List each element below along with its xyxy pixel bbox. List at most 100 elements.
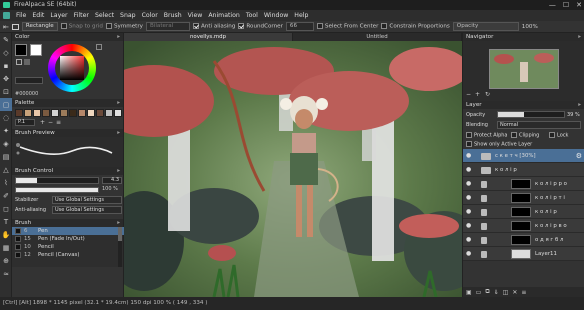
pin-icon[interactable]: ▸ — [117, 33, 120, 41]
brush-list-scrollbar[interactable] — [118, 227, 122, 267]
select-eraser-tool-icon[interactable]: ◻ — [0, 202, 12, 215]
transform-tool-icon[interactable]: ⊡ — [0, 85, 12, 98]
saturation-value-square[interactable] — [60, 56, 84, 80]
anti-aliasing-toggle[interactable]: Anti aliasing — [192, 23, 235, 30]
pin-icon[interactable]: ▸ — [578, 33, 581, 41]
select-pen-tool-icon[interactable]: ✐ — [0, 189, 12, 202]
eye-icon[interactable]: ● — [466, 167, 473, 173]
palette-swatch[interactable] — [96, 109, 104, 117]
constrain-proportions-toggle[interactable]: Constrain Proportions — [381, 23, 450, 30]
app-menu-icon[interactable] — [3, 12, 10, 19]
dot-tool-icon[interactable]: ▪ — [0, 59, 12, 72]
brush-item[interactable]: 6 Pen — [12, 227, 124, 235]
gear-icon[interactable]: ⚙ — [576, 152, 582, 160]
menu-filter[interactable]: Filter — [71, 10, 92, 21]
layer-item[interactable]: ● о д я г б л — [463, 233, 584, 247]
layer-item[interactable]: ● к о л і р — [463, 205, 584, 219]
brush-size-slider[interactable] — [15, 177, 99, 184]
pen-tool-icon[interactable]: ✎ — [0, 33, 12, 46]
palette-menu-icon[interactable]: ≡ — [56, 119, 61, 126]
brush-size-value[interactable]: 4.3 — [102, 177, 122, 184]
menu-brush[interactable]: Brush — [161, 10, 185, 21]
snap-to-grid-toggle[interactable]: Snap to grid — [60, 23, 103, 30]
palette-swatch[interactable] — [69, 109, 77, 117]
bucket-tool-icon[interactable]: ◈ — [0, 137, 12, 150]
symmetry-mode-select[interactable]: Bilateral — [145, 22, 190, 31]
eyedropper-tool-icon[interactable]: ⌇ — [0, 176, 12, 189]
pin-icon[interactable]: ▸ — [117, 99, 120, 107]
layer-item[interactable]: ● Layer11 — [463, 247, 584, 261]
new-folder-icon[interactable]: ▭ — [476, 289, 482, 296]
menu-file[interactable]: File — [13, 10, 29, 21]
menu-select[interactable]: Select — [92, 10, 117, 21]
gradient-tool-icon[interactable]: ▤ — [0, 150, 12, 163]
pin-icon[interactable]: ▸ — [578, 101, 581, 109]
transparent-color-icon[interactable] — [24, 59, 30, 65]
blending-select[interactable]: Normal — [497, 121, 581, 129]
menu-animation[interactable]: Animation — [205, 10, 243, 21]
maximize-button[interactable]: ☐ — [563, 0, 569, 10]
color-mode-icon[interactable] — [96, 44, 102, 50]
palette-swatch[interactable] — [24, 109, 32, 117]
tab-untitled[interactable]: Untitled — [293, 33, 462, 41]
menu-help[interactable]: Help — [291, 10, 311, 21]
pin-icon[interactable]: ▸ — [117, 219, 120, 227]
menu-view[interactable]: View — [185, 10, 206, 21]
shape-select[interactable]: Rectangle — [21, 22, 58, 31]
eye-icon[interactable]: ● — [466, 209, 473, 215]
menu-window[interactable]: Window — [261, 10, 291, 21]
shape-tool-icon[interactable]: △ — [0, 163, 12, 176]
eye-icon[interactable]: ● — [466, 251, 473, 257]
round-corner-toggle[interactable]: RoundCorner — [238, 23, 283, 30]
new-layer-icon[interactable]: ▣ — [466, 289, 472, 296]
duplicate-layer-icon[interactable]: ⧉ — [485, 288, 489, 296]
merge-down-icon[interactable]: ⇓ — [494, 289, 499, 296]
frame-tool-icon[interactable]: ▦ — [0, 241, 12, 254]
layer-item[interactable]: ● к о л і р — [463, 163, 584, 177]
palette-swatch[interactable] — [15, 109, 23, 117]
menu-edit[interactable]: Edit — [29, 10, 47, 21]
hex-color-value[interactable]: #000000 — [15, 91, 38, 97]
palette-add-icon[interactable]: + — [40, 119, 45, 126]
palette-swatch[interactable] — [105, 109, 113, 117]
delete-layer-icon[interactable]: ✕ — [512, 289, 517, 296]
menu-layer[interactable]: Layer — [47, 10, 70, 21]
navigator-thumbnail[interactable] — [489, 49, 559, 89]
palette-swatch[interactable] — [60, 109, 68, 117]
menu-snap[interactable]: Snap — [117, 10, 139, 21]
blur-tool-icon[interactable]: ≈ — [0, 267, 12, 280]
palette-swatch[interactable] — [33, 109, 41, 117]
palette-delete-icon[interactable]: − — [48, 119, 53, 126]
clipping-toggle[interactable]: Clipping — [511, 132, 539, 139]
move-tool-icon[interactable]: ✥ — [0, 72, 12, 85]
select-from-center-toggle[interactable]: Select From Center — [316, 23, 378, 30]
rotate-icon[interactable]: ↻ — [485, 91, 490, 98]
primary-color-swatch[interactable] — [15, 44, 27, 56]
layer-item[interactable]: ● к о л і р т і — [463, 191, 584, 205]
rgb-slider-box[interactable] — [15, 77, 43, 84]
layer-item[interactable]: ● с к е т ч [30%] ⚙ — [463, 149, 584, 163]
layer-item[interactable]: ● к о л і р р о — [463, 177, 584, 191]
pin-icon[interactable]: ▸ — [117, 167, 120, 175]
tab-novellys[interactable]: novellys.mdp — [124, 33, 293, 41]
palette-swatch[interactable] — [51, 109, 59, 117]
select-tool-icon[interactable]: ▢ — [0, 98, 12, 111]
back-arrow-icon[interactable]: ⇤ — [3, 23, 9, 31]
aa-select[interactable]: Use Global Settings — [52, 206, 122, 214]
eraser-tool-icon[interactable]: ◇ — [0, 46, 12, 59]
menu-tool[interactable]: Tool — [243, 10, 261, 21]
zoom-tool-icon[interactable]: ⊕ — [0, 254, 12, 267]
layer-opacity-slider[interactable] — [497, 111, 565, 118]
brush-item[interactable]: 10 Pencil — [12, 243, 124, 251]
show-only-active-toggle[interactable]: Show only Active Layer — [466, 141, 532, 148]
color-wheel[interactable] — [48, 44, 96, 92]
swap-colors-icon[interactable] — [16, 59, 22, 65]
stabilizer-select[interactable]: Use Global Settings — [52, 196, 122, 204]
clear-layer-icon[interactable]: ◫ — [503, 289, 509, 296]
eye-icon[interactable]: ● — [466, 153, 473, 159]
zoom-out-icon[interactable]: − — [466, 91, 471, 98]
layer-menu-icon[interactable]: ≡ — [521, 289, 526, 296]
palette-swatch[interactable] — [114, 109, 122, 117]
eye-icon[interactable]: ● — [466, 181, 473, 187]
palette-swatch[interactable] — [87, 109, 95, 117]
